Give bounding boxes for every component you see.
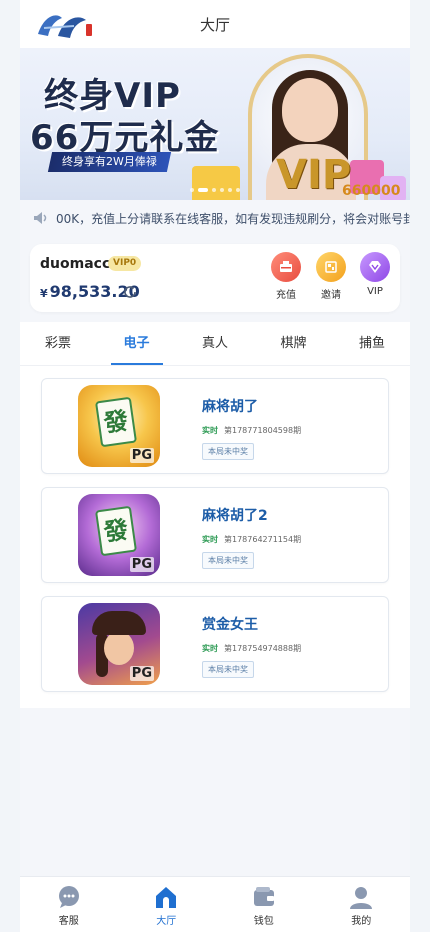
user-card: duomacc VIP0 ¥98,533.20 充值 邀请 VIP [30, 244, 400, 312]
live-status: 实时 [202, 644, 218, 653]
game-name: 麻将胡了 [202, 399, 258, 415]
pirate-hat-icon [92, 611, 146, 635]
game-meta: 实时 第178754974888期 [202, 643, 301, 654]
nav-label: 钱包 [253, 916, 274, 927]
invite-button[interactable]: 邀请 [311, 252, 351, 301]
tab-fishing[interactable]: 捕鱼 [344, 322, 400, 365]
tab-electronic[interactable]: 电子 [109, 322, 165, 365]
speaker-icon [34, 212, 47, 224]
wallet-icon [253, 887, 274, 906]
mahjong-tile-icon: 發 [94, 396, 138, 448]
refresh-icon[interactable] [122, 284, 138, 300]
game-name: 麻将胡了2 [202, 508, 268, 524]
game-card[interactable]: 發 PG 麻将胡了2 实时 第178764271154期 本局未中奖 [41, 487, 389, 583]
app-root: 大厅 终身VIP 66万元礼金 终身享有2W月俸禄 VIP 660000 00K… [20, 0, 410, 932]
category-tabs: 彩票 电子 真人 棋牌 捕鱼 [20, 322, 410, 366]
carousel-dot[interactable] [236, 188, 240, 192]
result-tag: 本局未中奖 [202, 661, 254, 678]
app-logo [34, 8, 94, 42]
game-thumbnail[interactable]: PG [78, 603, 160, 685]
currency-symbol: ¥ [40, 287, 48, 300]
game-thumbnail[interactable]: 發 PG [78, 494, 160, 576]
nav-home[interactable]: 大厅 [118, 877, 216, 932]
profile-icon [350, 887, 373, 909]
game-meta: 实时 第178764271154期 [202, 534, 301, 545]
customer-service-icon [58, 886, 79, 908]
game-issue: 第178754974888期 [224, 644, 302, 653]
mahjong-tile-icon: 發 [94, 505, 138, 557]
deposit-icon [271, 252, 301, 282]
tab-live[interactable]: 真人 [187, 322, 243, 365]
bottom-nav: 客服 大厅 钱包 我的 [20, 876, 410, 932]
game-name: 赏金女王 [202, 617, 258, 633]
carousel-dots [20, 188, 410, 192]
vip-diamond-icon [360, 252, 390, 282]
game-list: 發 PG 麻将胡了 实时 第178771804598期 本局未中奖 發 PG 麻将… [20, 366, 410, 708]
nav-wallet[interactable]: 钱包 [215, 877, 313, 932]
nav-label: 我的 [351, 916, 372, 927]
provider-logo: PG [129, 448, 154, 463]
invite-label: 邀请 [321, 290, 341, 301]
game-meta: 实时 第178771804598期 [202, 425, 301, 436]
username: duomacc [40, 256, 111, 272]
vip-badge: VIP0 [108, 256, 142, 271]
notice-marquee[interactable]: 00K，充值上分请联系在线客服，如有发现违规刷分，将会对账号封停处理！ [20, 200, 410, 236]
provider-logo: PG [129, 557, 154, 572]
nav-label: 大厅 [156, 916, 177, 927]
banner-ribbon-text: 终身享有2W月俸禄 [62, 155, 157, 168]
page-title: 大厅 [199, 15, 230, 34]
game-card[interactable]: PG 赏金女王 实时 第178754974888期 本局未中奖 [41, 596, 389, 692]
game-issue: 第178771804598期 [224, 426, 302, 435]
tab-lottery[interactable]: 彩票 [30, 322, 86, 365]
game-issue: 第178764271154期 [224, 535, 302, 544]
category-tabs-container: 彩票 电子 真人 棋牌 捕鱼 發 PG 麻将胡了 实时 第178771804598… [20, 322, 410, 708]
deposit-label: 充值 [276, 290, 296, 301]
result-tag: 本局未中奖 [202, 552, 254, 569]
banner-ribbon: 终身享有2W月俸禄 [47, 152, 172, 172]
nav-label: 客服 [58, 916, 79, 927]
live-status: 实时 [202, 426, 218, 435]
gift-box-decoration [192, 166, 240, 200]
carousel-dot[interactable] [228, 188, 232, 192]
carousel-dot-active[interactable] [198, 188, 208, 192]
game-thumbnail[interactable]: 發 PG [78, 385, 160, 467]
notice-text: 00K，充值上分请联系在线客服，如有发现违规刷分，将会对账号封停处理！ [56, 211, 410, 226]
carousel-dot[interactable] [190, 188, 194, 192]
vip-button[interactable]: VIP [355, 252, 395, 297]
live-status: 实时 [202, 535, 218, 544]
carousel-dot[interactable] [220, 188, 224, 192]
banner-model-face [282, 78, 338, 142]
nav-profile[interactable]: 我的 [313, 877, 411, 932]
header: 大厅 [20, 0, 410, 48]
vip-label: VIP [367, 286, 383, 297]
tab-card-games[interactable]: 棋牌 [266, 322, 322, 365]
home-icon [156, 887, 177, 908]
provider-logo: PG [129, 666, 154, 681]
invite-icon [316, 252, 346, 282]
game-card[interactable]: 發 PG 麻将胡了 实时 第178771804598期 本局未中奖 [41, 378, 389, 474]
result-tag: 本局未中奖 [202, 443, 254, 460]
pirate-face-decoration [104, 631, 134, 665]
promo-banner[interactable]: 终身VIP 66万元礼金 终身享有2W月俸禄 VIP 660000 [20, 48, 410, 200]
nav-customer-service[interactable]: 客服 [20, 877, 118, 932]
carousel-dot[interactable] [212, 188, 216, 192]
deposit-button[interactable]: 充值 [266, 252, 306, 301]
